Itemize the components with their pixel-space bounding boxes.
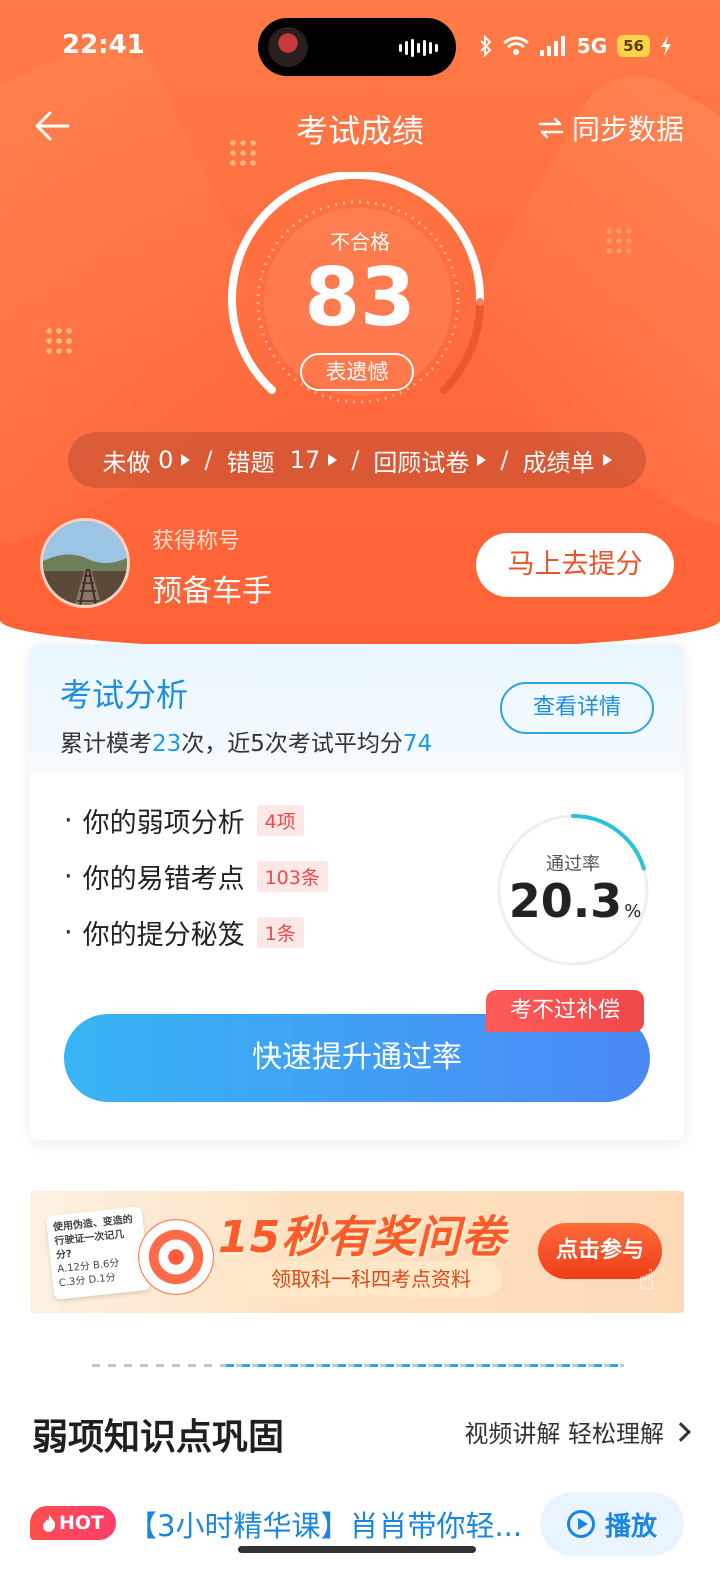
charging-icon xyxy=(661,36,671,56)
swap-arrows-icon xyxy=(538,117,564,139)
wrong-questions-link[interactable]: 错题 17 xyxy=(227,443,338,478)
status-time: 22:41 xyxy=(62,30,145,60)
play-triangle-icon xyxy=(477,454,487,466)
undone-label: 未做 xyxy=(102,448,151,477)
section-divider xyxy=(92,1364,624,1367)
weak-knowledge-title: 弱项知识点巩固 xyxy=(32,1417,285,1458)
tips-row[interactable]: · 你的提分秘笈 1条 xyxy=(64,904,328,960)
battery-level: 56 xyxy=(617,35,650,57)
bluetooth-icon xyxy=(480,35,492,57)
score-tag: 表遗憾 xyxy=(300,353,414,391)
score-report-link[interactable]: 成绩单 xyxy=(523,443,612,478)
review-label: 回顾试卷 xyxy=(373,448,470,477)
play-button[interactable]: 播放 xyxy=(540,1492,684,1556)
play-triangle-icon xyxy=(602,454,612,466)
target-icon xyxy=(138,1219,214,1295)
nav-bar: 考试成绩 同步数据 xyxy=(0,100,720,156)
course-title[interactable]: 【3小时精华课】肖肖带你轻... xyxy=(128,1503,528,1545)
average-score: 74 xyxy=(402,731,433,757)
play-triangle-icon xyxy=(328,454,338,466)
home-indicator[interactable] xyxy=(238,1546,476,1553)
play-triangle-icon xyxy=(181,454,191,466)
pointer-hand-icon: ☝ xyxy=(638,1263,656,1296)
now-playing-avatar xyxy=(268,27,308,67)
wifi-icon xyxy=(502,36,529,55)
error-prone-row[interactable]: · 你的易错考点 103条 xyxy=(64,848,328,904)
count-badge: 1条 xyxy=(256,916,304,948)
network-type: 5G xyxy=(576,34,608,58)
title-badge-image xyxy=(40,518,130,608)
view-details-button[interactable]: 查看详情 xyxy=(500,682,654,734)
analysis-title: 考试分析 xyxy=(60,676,189,714)
dynamic-island[interactable] xyxy=(258,18,456,76)
count-badge: 103条 xyxy=(256,860,328,892)
wrong-count: 17 xyxy=(289,446,321,474)
improve-score-button[interactable]: 马上去提分 xyxy=(476,533,674,597)
sync-data-label: 同步数据 xyxy=(571,113,684,146)
exam-score: 83 xyxy=(304,251,416,344)
sync-data-button[interactable]: 同步数据 xyxy=(538,108,684,148)
analysis-header: 考试分析 累计模考23次，近5次考试平均分74 查看详情 xyxy=(30,644,684,774)
hot-badge: HOT xyxy=(30,1506,116,1540)
flame-icon xyxy=(42,1514,56,1532)
quiz-paper-illustration: 使用伪造、变造的行驶证一次记几分? A.12分 B.6分 C.3分 D.1分 xyxy=(45,1206,151,1300)
undone-link[interactable]: 未做 0 xyxy=(102,443,191,478)
banner-subline: 领取科一科四考点资料 xyxy=(240,1261,502,1297)
exam-analysis-card: 考试分析 累计模考23次，近5次考试平均分74 查看详情 · 你的弱项分析 4项… xyxy=(30,644,684,1140)
banner-headline: 15秒有奖问卷 xyxy=(218,1212,507,1263)
survey-banner[interactable]: 使用伪造、变造的行驶证一次记几分? A.12分 B.6分 C.3分 D.1分 1… xyxy=(30,1191,684,1313)
status-icons: 5G 56 xyxy=(479,34,672,58)
signal-icon xyxy=(539,36,565,56)
earned-title-label: 获得称号 xyxy=(152,529,241,554)
chevron-right-icon xyxy=(671,1421,691,1442)
play-icon xyxy=(566,1510,595,1538)
analysis-list: · 你的弱项分析 4项 · 你的易错考点 103条 · 你的提分秘笈 1条 xyxy=(64,792,328,960)
earned-title: 预备车手 xyxy=(152,574,272,609)
fail-compensation-badge: 考不过补偿 xyxy=(486,990,644,1032)
undone-count: 0 xyxy=(158,446,174,474)
exam-stats-bar: 未做 0 / 错题 17 / 回顾试卷 / 成绩单 xyxy=(68,432,646,488)
mock-exam-count: 23 xyxy=(152,731,182,757)
audio-wave-icon xyxy=(399,39,438,57)
video-explain-link[interactable]: 视频讲解 轻松理解 xyxy=(464,1414,691,1449)
pass-rate-value: 20.3% xyxy=(508,874,642,928)
report-label: 成绩单 xyxy=(522,448,595,477)
review-paper-link[interactable]: 回顾试卷 xyxy=(373,443,487,478)
wrong-label: 错题 xyxy=(226,448,275,477)
count-badge: 4项 xyxy=(256,804,304,836)
pass-rate-label: 通过率 xyxy=(546,854,600,875)
exam-result-page: 22:41 5G 56 考试成绩 同步数据 不合格 83 表遗憾 未做 0 / … xyxy=(0,0,720,1582)
analysis-summary: 累计模考23次，近5次考试平均分74 xyxy=(60,731,433,757)
status-bar: 22:41 5G 56 xyxy=(0,0,720,95)
weak-items-row[interactable]: · 你的弱项分析 4项 xyxy=(64,792,328,848)
